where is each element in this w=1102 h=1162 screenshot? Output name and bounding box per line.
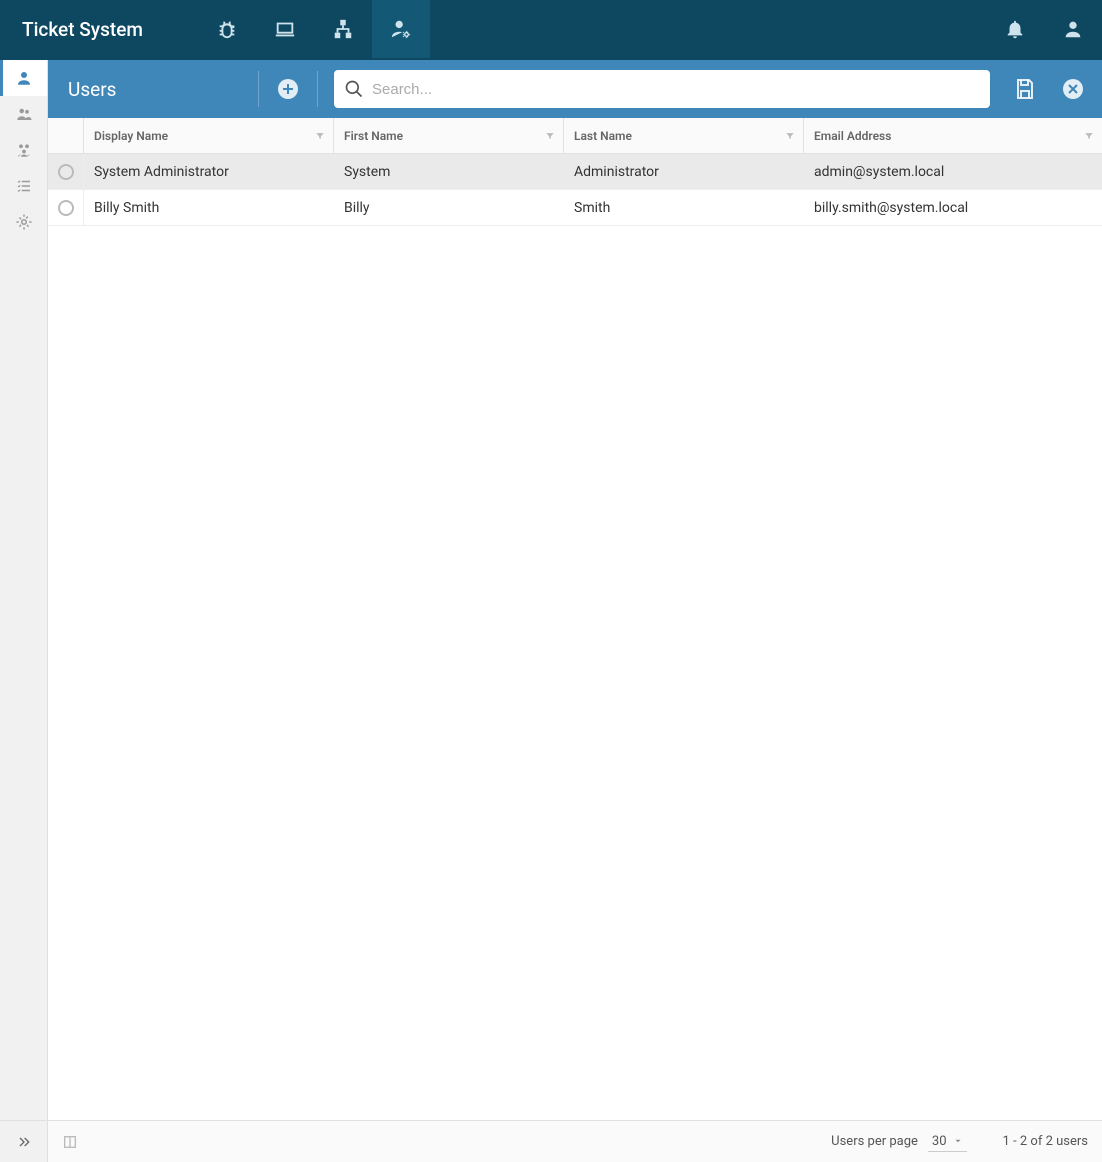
user-account-icon	[1062, 18, 1084, 40]
col-last-name[interactable]: Last Name	[564, 118, 804, 153]
search-icon	[344, 79, 364, 99]
cell-first-name: Billy	[334, 200, 564, 216]
cell-last-name: Smith	[564, 200, 804, 216]
page-title: Users	[68, 78, 238, 101]
cell-display-name: Billy Smith	[84, 200, 334, 216]
sidebar	[0, 60, 48, 1162]
chevron-down-icon	[953, 1136, 963, 1146]
search-box	[334, 70, 990, 108]
pagination-range: 1 - 2 of 2 users	[1003, 1134, 1088, 1149]
nav-tab-laptop[interactable]	[256, 0, 314, 58]
save-icon	[1013, 77, 1037, 101]
row-select[interactable]	[48, 154, 84, 189]
group-icon	[15, 105, 33, 123]
account-button[interactable]	[1044, 0, 1102, 58]
cell-last-name: Administrator	[564, 164, 804, 180]
laptop-icon	[274, 18, 296, 40]
sidebar-item-teams[interactable]	[0, 132, 47, 168]
chevrons-right-icon	[16, 1134, 32, 1150]
nav-tab-network[interactable]	[314, 0, 372, 58]
table-row[interactable]: System Administrator System Administrato…	[48, 154, 1102, 190]
sidebar-item-users[interactable]	[0, 60, 47, 96]
sidebar-item-checklist[interactable]	[0, 168, 47, 204]
radio-icon	[58, 200, 74, 216]
clear-button[interactable]	[1054, 70, 1092, 108]
per-page-value: 30	[932, 1134, 947, 1149]
search-input[interactable]	[372, 81, 980, 98]
close-circle-icon	[1061, 77, 1085, 101]
sidebar-item-groups[interactable]	[0, 96, 47, 132]
filter-icon[interactable]	[785, 131, 795, 141]
team-icon	[15, 141, 33, 159]
col-label: Display Name	[94, 129, 168, 143]
table-row[interactable]: Billy Smith Billy Smith billy.smith@syst…	[48, 190, 1102, 226]
app-title: Ticket System	[0, 18, 198, 41]
col-email[interactable]: Email Address	[804, 118, 1102, 153]
cell-first-name: System	[334, 164, 564, 180]
cell-display-name: System Administrator	[84, 164, 334, 180]
cell-email: admin@system.local	[804, 164, 1102, 180]
bug-icon	[216, 18, 238, 40]
user-gear-icon	[390, 18, 412, 40]
filter-icon[interactable]	[315, 131, 325, 141]
users-table: Display Name First Name Last Name Email …	[48, 118, 1102, 1120]
col-label: First Name	[344, 129, 403, 143]
sidebar-item-settings[interactable]	[0, 204, 47, 240]
per-page-control: Users per page 30	[831, 1132, 966, 1152]
columns-icon[interactable]	[62, 1134, 78, 1150]
radio-icon	[58, 164, 74, 180]
row-select[interactable]	[48, 190, 84, 225]
col-label: Last Name	[574, 129, 632, 143]
save-button[interactable]	[1006, 70, 1044, 108]
table-footer: Users per page 30 1 - 2 of 2 users	[48, 1120, 1102, 1162]
bell-icon	[1004, 18, 1026, 40]
per-page-select[interactable]: 30	[928, 1132, 967, 1152]
user-icon	[15, 69, 33, 87]
table-header: Display Name First Name Last Name Email …	[48, 118, 1102, 154]
notifications-button[interactable]	[986, 0, 1044, 58]
nav-tab-user-admin[interactable]	[372, 0, 430, 58]
checklist-icon	[15, 177, 33, 195]
plus-circle-icon	[276, 77, 300, 101]
top-nav: Ticket System	[0, 0, 1102, 58]
per-page-label: Users per page	[831, 1134, 918, 1149]
col-label: Email Address	[814, 129, 891, 143]
network-icon	[332, 18, 354, 40]
gear-icon	[15, 213, 33, 231]
header-select-col	[48, 118, 84, 153]
col-display-name[interactable]: Display Name	[84, 118, 334, 153]
col-first-name[interactable]: First Name	[334, 118, 564, 153]
sidebar-expand-button[interactable]	[0, 1120, 47, 1162]
filter-icon[interactable]	[545, 131, 555, 141]
add-user-button[interactable]	[269, 70, 307, 108]
table-body: System Administrator System Administrato…	[48, 154, 1102, 1120]
nav-tab-bug[interactable]	[198, 0, 256, 58]
page-toolbar: Users	[48, 60, 1102, 118]
filter-icon[interactable]	[1084, 131, 1094, 141]
cell-email: billy.smith@system.local	[804, 200, 1102, 216]
top-nav-tabs	[198, 0, 430, 58]
